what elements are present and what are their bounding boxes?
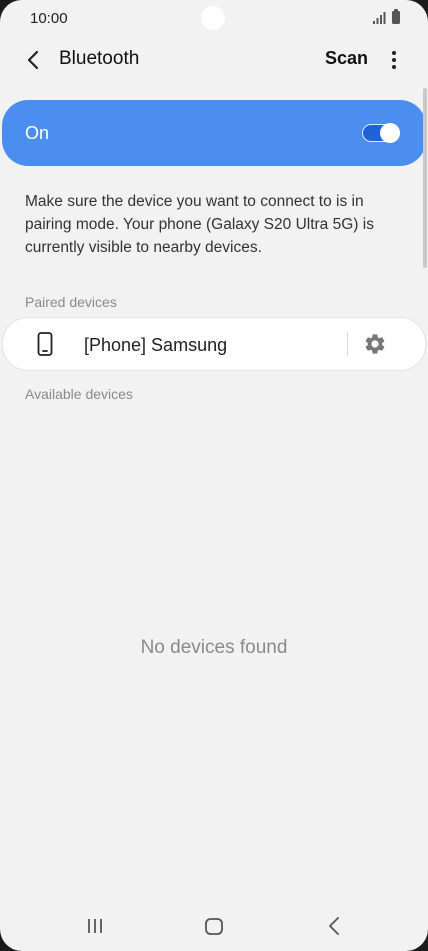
- scrollbar[interactable]: [423, 88, 427, 268]
- navigation-bar: [0, 900, 428, 951]
- phone-icon: [37, 332, 53, 356]
- pairing-description: Make sure the device you want to connect…: [25, 193, 374, 256]
- divider: [347, 332, 348, 356]
- toggle-label: On: [25, 123, 50, 143]
- no-devices-message: No devices found: [140, 637, 288, 658]
- status-time: 10:00: [30, 10, 68, 27]
- available-devices-header: Available devices: [25, 386, 133, 402]
- chevron-left-icon[interactable]: [22, 48, 46, 72]
- camera-cutout: [201, 6, 225, 30]
- bluetooth-settings-screen: 10:00 Bluetooth Scan On Make sure the de…: [0, 0, 428, 951]
- status-bar: 10:00: [0, 0, 428, 38]
- gear-icon[interactable]: [363, 332, 387, 356]
- status-icons: [373, 9, 400, 24]
- app-header: Bluetooth Scan: [0, 38, 428, 82]
- switch-thumb: [380, 123, 400, 143]
- bluetooth-toggle-row[interactable]: On: [2, 100, 426, 166]
- battery-icon: [392, 9, 400, 24]
- bluetooth-switch[interactable]: [362, 122, 402, 144]
- recent-apps-icon[interactable]: [86, 918, 104, 934]
- paired-device-row[interactable]: [Phone] Samsung: [2, 317, 426, 371]
- scan-button[interactable]: Scan: [325, 48, 368, 69]
- page-title: Bluetooth: [59, 48, 140, 69]
- device-name: [Phone] Samsung: [84, 335, 228, 355]
- signal-icon: [373, 12, 386, 24]
- back-icon[interactable]: [327, 917, 341, 935]
- paired-devices-header: Paired devices: [25, 294, 117, 310]
- more-vertical-icon[interactable]: [384, 48, 404, 72]
- home-icon[interactable]: [205, 918, 223, 935]
